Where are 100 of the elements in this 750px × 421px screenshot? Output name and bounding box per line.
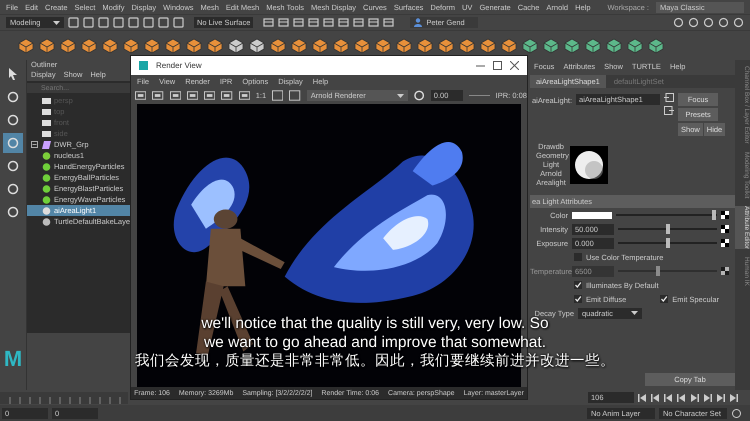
shelf-tool-icon[interactable] xyxy=(59,36,77,54)
toolbar-icon[interactable] xyxy=(143,17,154,28)
checkbox-icon[interactable] xyxy=(574,281,582,289)
shelf-tool-icon[interactable] xyxy=(101,36,119,54)
shelf-tool-icon[interactable] xyxy=(479,36,497,54)
close-icon[interactable] xyxy=(510,61,519,70)
checkbox-icon[interactable] xyxy=(574,253,582,261)
shelf-tool-icon[interactable] xyxy=(521,36,539,54)
toolbar-icon[interactable] xyxy=(272,90,284,101)
playback-button-icon[interactable] xyxy=(703,394,712,402)
toolbar-icon[interactable] xyxy=(170,90,181,101)
shelf-tool-icon[interactable] xyxy=(164,36,182,54)
shelf-tool-icon[interactable] xyxy=(206,36,224,54)
shelf-tool-icon[interactable] xyxy=(395,36,413,54)
maximize-icon[interactable] xyxy=(493,61,502,70)
toolbar-icon[interactable] xyxy=(688,17,699,28)
toolbar-icon[interactable] xyxy=(673,17,684,28)
node-icon xyxy=(42,162,51,170)
toolbar-icon[interactable] xyxy=(238,90,250,101)
shelf-tool-icon[interactable] xyxy=(227,36,245,54)
toolbar-icon[interactable] xyxy=(173,17,184,28)
toolbar-icon[interactable] xyxy=(83,17,94,28)
time-ruler[interactable] xyxy=(0,392,128,404)
checkbox-icon[interactable] xyxy=(660,295,668,303)
subtitle-line: 我们会发现，质量还是非常非常低。因此，我们要继续前进并改进一些。 xyxy=(135,352,615,371)
toolbar-icon[interactable] xyxy=(718,17,729,28)
shelf-tool-icon[interactable] xyxy=(269,36,287,54)
shelf-tool-icon[interactable] xyxy=(332,36,350,54)
key-icon[interactable] xyxy=(731,408,742,418)
map-icon[interactable] xyxy=(721,239,729,247)
shelf-tool-icon[interactable] xyxy=(416,36,434,54)
shelf-tool-icon[interactable] xyxy=(584,36,602,54)
playback-button-icon[interactable] xyxy=(716,394,725,402)
toolbar-icon[interactable] xyxy=(221,90,232,101)
shelf-tool-icon[interactable] xyxy=(80,36,98,54)
shelf-tool-icon[interactable] xyxy=(374,36,392,54)
node-icon xyxy=(42,118,51,126)
color-swatch[interactable] xyxy=(572,212,612,218)
playback-button-icon[interactable] xyxy=(664,394,673,402)
playback-button-icon[interactable] xyxy=(690,394,699,402)
playback-button-icon[interactable] xyxy=(651,394,660,402)
shelf-tool-icon[interactable] xyxy=(122,36,140,54)
toolbar-icon[interactable] xyxy=(98,17,109,28)
toolbar-icon[interactable] xyxy=(278,17,290,28)
shelf-tool-icon[interactable] xyxy=(626,36,644,54)
toolbar-icon[interactable] xyxy=(703,17,714,28)
toolbar-icon[interactable] xyxy=(158,17,169,28)
toolbar-icon[interactable] xyxy=(293,17,304,28)
input-connection-icon[interactable] xyxy=(664,93,674,102)
app-logo: M xyxy=(4,346,22,372)
output-connection-icon[interactable] xyxy=(664,106,674,115)
slider-thumb[interactable] xyxy=(712,210,716,220)
window-title: Render View xyxy=(156,61,202,70)
tool-icon xyxy=(6,136,20,150)
expander-icon[interactable] xyxy=(31,141,38,148)
toolbar-icon[interactable] xyxy=(368,17,380,28)
toolbar-icon[interactable] xyxy=(68,17,79,28)
toolbar-icon[interactable] xyxy=(338,17,350,28)
toolbar-icon[interactable] xyxy=(135,90,146,101)
toolbar-icon[interactable] xyxy=(733,17,744,28)
checkbox-icon[interactable] xyxy=(574,295,582,303)
tool-icon xyxy=(6,159,20,173)
shelf-tool-icon[interactable] xyxy=(458,36,476,54)
shelf-tool-icon[interactable] xyxy=(38,36,56,54)
shelf-tool-icon[interactable] xyxy=(605,36,623,54)
toolbar-icon[interactable] xyxy=(353,17,364,28)
map-icon[interactable] xyxy=(721,267,729,275)
shelf-tool-icon[interactable] xyxy=(185,36,203,54)
shelf-tool-icon[interactable] xyxy=(290,36,308,54)
playback-button-icon[interactable] xyxy=(638,394,647,402)
shelf-tool-icon[interactable] xyxy=(17,36,35,54)
map-icon[interactable] xyxy=(721,211,729,219)
shelf-tool-icon[interactable] xyxy=(311,36,329,54)
toolbar-icon[interactable] xyxy=(204,90,216,101)
playback-button-icon[interactable] xyxy=(677,394,686,402)
toolbar-icon[interactable] xyxy=(289,90,301,101)
user-icon xyxy=(414,18,422,27)
playback-button-icon[interactable] xyxy=(729,394,738,402)
toolbar-icon[interactable] xyxy=(113,17,124,28)
exposure-icon[interactable] xyxy=(414,90,425,101)
shelf-tool-icon[interactable] xyxy=(248,36,266,54)
toolbar-icon[interactable] xyxy=(152,90,164,101)
app-icon xyxy=(139,61,148,70)
shelf-tool-icon[interactable] xyxy=(563,36,581,54)
shelf-tool-icon[interactable] xyxy=(647,36,665,54)
slider-thumb[interactable] xyxy=(666,224,670,234)
slider-thumb[interactable] xyxy=(666,238,670,248)
node-icon xyxy=(42,152,51,160)
toolbar-icon[interactable] xyxy=(308,17,320,28)
toolbar-icon[interactable] xyxy=(186,90,198,101)
toolbar-icon[interactable] xyxy=(383,17,394,28)
shelf-tool-icon[interactable] xyxy=(353,36,371,54)
shelf-tool-icon[interactable] xyxy=(542,36,560,54)
shelf-tool-icon[interactable] xyxy=(437,36,455,54)
toolbar-icon[interactable] xyxy=(323,17,334,28)
map-icon[interactable] xyxy=(721,225,729,233)
shelf-tool-icon[interactable] xyxy=(143,36,161,54)
shelf-tool-icon[interactable] xyxy=(500,36,518,54)
toolbar-icon[interactable] xyxy=(128,17,139,28)
toolbar-icon[interactable] xyxy=(263,17,274,28)
